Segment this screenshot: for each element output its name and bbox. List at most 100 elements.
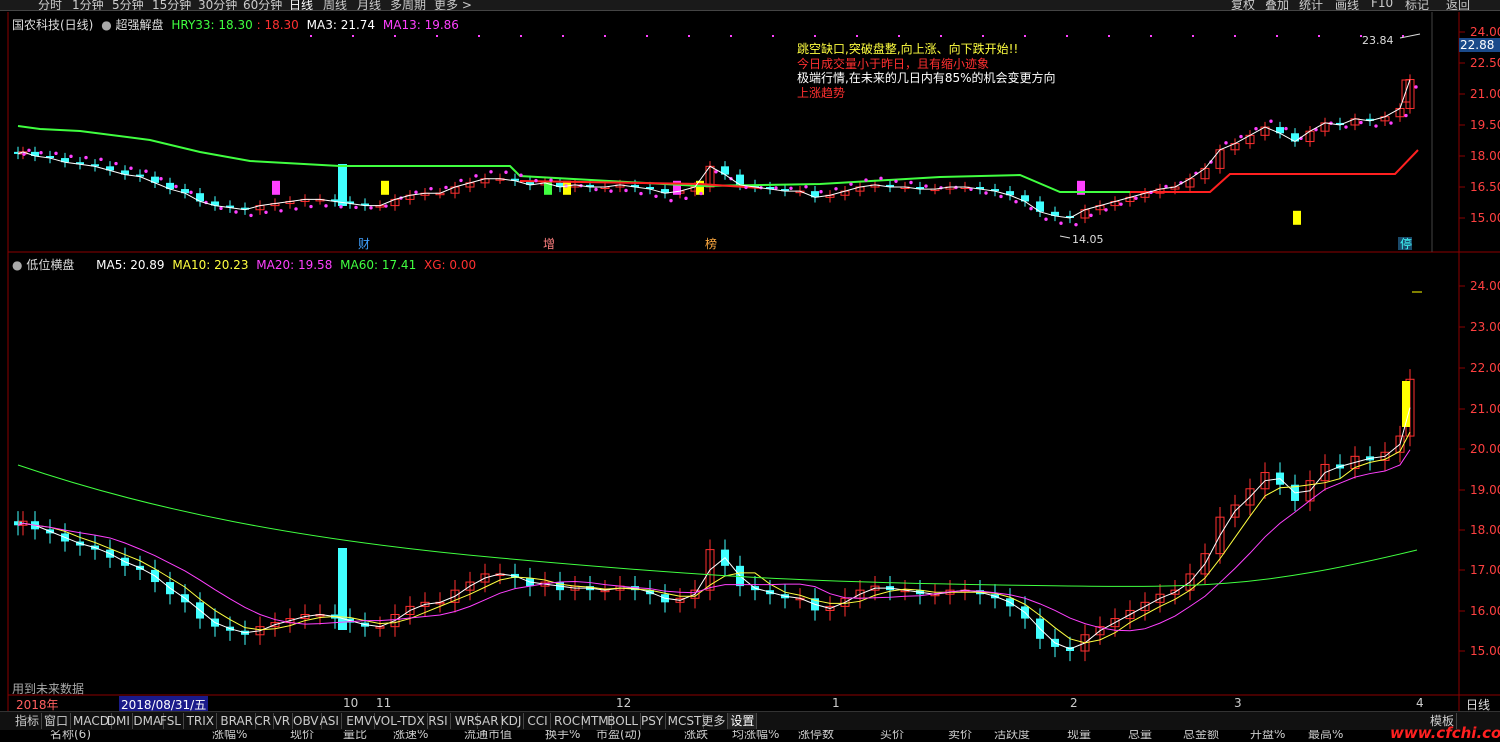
ma13-dot: [1029, 206, 1033, 211]
event-tag: 榜: [705, 236, 717, 251]
column-header[interactable]: 量比: [343, 730, 367, 742]
low-marker-arrow: [1059, 235, 1071, 239]
top-dot: [1234, 35, 1236, 37]
ma13-dot: [654, 194, 658, 198]
axis-label-upper: 18.00: [1470, 149, 1500, 163]
ma13-dot: [444, 185, 448, 190]
highlight-candle: [1293, 210, 1301, 225]
axis-label-lower: 19.00: [1470, 483, 1500, 497]
tab-11[interactable]: ASI: [318, 713, 342, 729]
column-header[interactable]: 涨停数: [798, 730, 834, 742]
column-header[interactable]: 买价: [880, 730, 904, 742]
top-dot: [688, 35, 690, 37]
tab-18[interactable]: CCI: [525, 713, 551, 729]
top-dot: [436, 35, 438, 37]
axis-label-upper: 15.00: [1470, 211, 1500, 225]
ma13-dot: [954, 185, 958, 190]
ma13-dot: [279, 209, 283, 213]
tab-16[interactable]: SAR: [472, 713, 502, 729]
axis-label-upper: 16.50: [1470, 180, 1500, 194]
column-header[interactable]: 最高%: [1308, 730, 1343, 742]
ma13-dot: [849, 182, 853, 186]
tab-9[interactable]: VR: [272, 713, 294, 729]
tab-22[interactable]: PSY: [639, 713, 667, 729]
tab-25[interactable]: 设置: [728, 713, 758, 729]
ma13-dot: [1074, 222, 1078, 227]
ma13-dot: [27, 148, 31, 152]
ma13-dot: [909, 180, 913, 185]
ma13-dot: [189, 190, 193, 195]
ma13-dot: [639, 191, 643, 196]
limit-up-bar: [1402, 381, 1410, 427]
ma13-dot: [774, 186, 778, 190]
tab-1[interactable]: 窗口: [42, 713, 72, 729]
tab-6[interactable]: TRIX: [185, 713, 218, 729]
ma5-line: [17, 407, 1411, 650]
axis-label-lower: 17.00: [1470, 563, 1500, 577]
tab-0[interactable]: 指标: [13, 713, 43, 729]
tab-21[interactable]: BOLL: [605, 713, 642, 729]
ma13-dot: [1224, 141, 1228, 145]
top-dot: [1150, 35, 1152, 37]
ma13-dot: [414, 190, 418, 194]
top-dot: [1108, 35, 1110, 37]
ma13-dot: [1044, 217, 1048, 221]
ma13-dot: [489, 170, 493, 174]
top-dot: [856, 35, 858, 37]
column-header[interactable]: 涨跌: [684, 730, 708, 742]
ma13-dot: [1374, 124, 1378, 128]
ma13-dot: [669, 198, 673, 203]
ma13-dot: [309, 204, 313, 209]
ma13-dot: [459, 178, 463, 183]
column-header[interactable]: 换手%: [545, 730, 580, 742]
column-header[interactable]: 现价: [290, 730, 314, 742]
top-dot: [898, 35, 900, 37]
highlight-candle: [381, 180, 389, 195]
tab-24[interactable]: 更多: [699, 713, 729, 729]
tab-5[interactable]: FSL: [158, 713, 184, 729]
ma13-dot: [249, 213, 253, 218]
ma13-dot: [684, 196, 688, 201]
tab-3[interactable]: DMI: [105, 713, 133, 729]
column-header[interactable]: 涨速%: [393, 730, 428, 742]
top-dot: [520, 35, 522, 37]
tab-14[interactable]: RSI: [426, 713, 451, 729]
column-header[interactable]: 流通市值: [464, 730, 512, 742]
watermark: www.cfchi.com: [1390, 724, 1500, 742]
axis-label-lower: 23.00: [1470, 320, 1500, 334]
ma13-dot: [699, 191, 703, 196]
column-header[interactable]: 涨幅%: [212, 730, 247, 742]
tab-13[interactable]: VOL-TDX: [371, 713, 428, 729]
ma13-dot: [1104, 208, 1108, 212]
column-header[interactable]: 活跃度: [994, 730, 1030, 742]
ma13-dot: [294, 207, 298, 211]
top-dot: [940, 35, 942, 37]
ma13-dot: [504, 170, 508, 174]
axis-label-upper: 19.50: [1470, 118, 1500, 132]
ma13-dot: [369, 206, 373, 210]
column-header[interactable]: 市盈(动): [596, 730, 641, 742]
kline-chart[interactable]: 24.00 22.50 21.00 19.50 18.00 16.50 15.00 22.88…: [0, 0, 1500, 742]
hry-line-red: [1130, 149, 1419, 193]
ma13-dot: [474, 174, 478, 178]
column-header[interactable]: 现量: [1067, 730, 1091, 742]
tab-17[interactable]: KDJ: [499, 713, 525, 729]
high-marker: 23.84: [1362, 34, 1394, 47]
column-header[interactable]: 均涨幅%: [732, 730, 779, 742]
column-header[interactable]: 总金额: [1183, 730, 1219, 742]
tab-7[interactable]: BRAR: [218, 713, 257, 729]
ma13-dot: [264, 210, 268, 214]
highlight-candle: [563, 180, 571, 195]
column-header[interactable]: 总量: [1128, 730, 1152, 742]
column-header[interactable]: 开盘%: [1250, 730, 1285, 742]
top-dot: [478, 35, 480, 37]
top-dot: [394, 35, 396, 37]
big-bar-upper: [338, 164, 347, 206]
column-header[interactable]: 卖价: [948, 730, 972, 742]
column-header[interactable]: 名称(6): [50, 730, 91, 742]
ma13-dot: [54, 151, 58, 156]
ma13-dot: [1284, 126, 1288, 131]
ma13-dot: [339, 205, 343, 209]
ma13-dot: [924, 184, 928, 188]
ma13-dot: [144, 169, 148, 173]
